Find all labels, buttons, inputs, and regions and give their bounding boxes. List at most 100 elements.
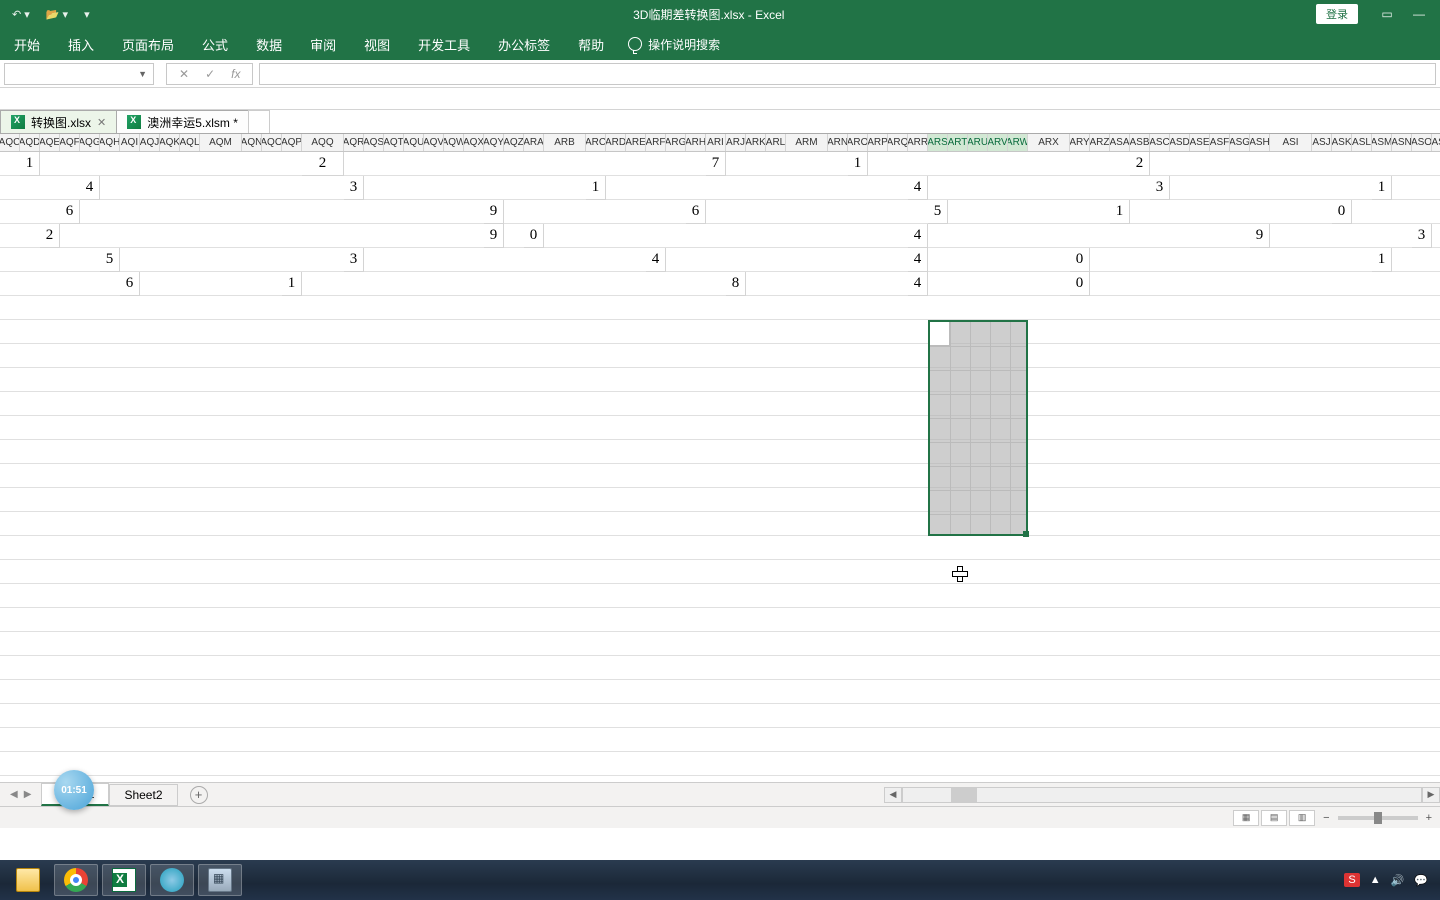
zoom-in-button[interactable]: +: [1426, 812, 1432, 824]
horizontal-scrollbar[interactable]: ◀ ▶: [884, 786, 1440, 804]
cell[interactable]: 4: [80, 176, 100, 200]
column-header[interactable]: AQK: [160, 134, 180, 151]
column-headers[interactable]: AQCAQDAQEAQFAQGAQHAQIAQJAQKAQLAQMAQNAQOA…: [0, 134, 1440, 152]
column-header[interactable]: ARD: [606, 134, 626, 151]
column-header[interactable]: ARY: [1070, 134, 1090, 151]
column-header[interactable]: ARI: [706, 134, 726, 151]
column-header[interactable]: AQE: [40, 134, 60, 151]
tab-help[interactable]: 帮助: [564, 29, 618, 60]
volume-icon[interactable]: 🔊: [1391, 874, 1405, 887]
taskbar-explorer[interactable]: [6, 864, 50, 896]
column-header[interactable]: ARQ: [888, 134, 908, 151]
tab-developer[interactable]: 开发工具: [404, 29, 484, 60]
sheet-nav[interactable]: ◀▶: [0, 789, 41, 800]
tell-me-search[interactable]: 操作说明搜索: [628, 36, 720, 53]
scroll-right-icon[interactable]: ▶: [1422, 787, 1440, 803]
undo-icon[interactable]: ↶ ▾: [6, 6, 36, 23]
column-header[interactable]: ARC: [586, 134, 606, 151]
column-header[interactable]: ARB: [544, 134, 586, 151]
column-header[interactable]: ARK: [746, 134, 766, 151]
cell[interactable]: 1: [586, 176, 606, 200]
column-header[interactable]: ARZ: [1090, 134, 1110, 151]
cell[interactable]: 3: [1412, 224, 1432, 248]
action-center-icon[interactable]: 💬: [1414, 874, 1428, 887]
column-header[interactable]: AQX: [464, 134, 484, 151]
selection-range[interactable]: [928, 320, 1028, 536]
column-header[interactable]: ARS: [928, 134, 948, 151]
column-header[interactable]: ARW: [1008, 134, 1028, 151]
tab-review[interactable]: 审阅: [296, 29, 350, 60]
cell[interactable]: 0: [1070, 248, 1090, 272]
column-header[interactable]: AQD: [20, 134, 40, 151]
workbook-tab-1[interactable]: 转换图.xlsx ✕: [0, 110, 117, 133]
scroll-left-icon[interactable]: ◀: [884, 787, 902, 803]
cell[interactable]: 1: [1110, 200, 1130, 224]
cell[interactable]: 4: [908, 176, 928, 200]
open-icon[interactable]: 📂 ▾: [40, 6, 74, 23]
scroll-track[interactable]: [902, 787, 1422, 803]
column-header[interactable]: AQM: [200, 134, 242, 151]
cell[interactable]: 2: [1130, 152, 1150, 176]
column-header[interactable]: ASI: [1270, 134, 1312, 151]
cell[interactable]: 9: [484, 200, 504, 224]
column-header[interactable]: ARP: [868, 134, 888, 151]
new-workbook-tab[interactable]: [248, 110, 270, 133]
ime-icon[interactable]: S: [1344, 873, 1359, 887]
view-normal-icon[interactable]: ▦: [1233, 810, 1259, 826]
fx-icon[interactable]: fx: [225, 67, 246, 81]
column-header[interactable]: ARN: [828, 134, 848, 151]
cell[interactable]: 9: [1250, 224, 1270, 248]
column-header[interactable]: AQT: [384, 134, 404, 151]
column-header[interactable]: AQY: [484, 134, 504, 151]
column-header[interactable]: ASK: [1332, 134, 1352, 151]
tab-view[interactable]: 视图: [350, 29, 404, 60]
tab-home[interactable]: 开始: [0, 29, 54, 60]
taskbar-chrome[interactable]: [54, 864, 98, 896]
tray-up-icon[interactable]: ▲: [1370, 874, 1381, 886]
column-header[interactable]: ASG: [1230, 134, 1250, 151]
column-header[interactable]: AQR: [344, 134, 364, 151]
column-header[interactable]: ASJ: [1312, 134, 1332, 151]
cell[interactable]: 9: [484, 224, 504, 248]
cell[interactable]: 6: [120, 272, 140, 296]
scroll-thumb[interactable]: [951, 788, 977, 802]
column-header[interactable]: ASN: [1392, 134, 1412, 151]
column-header[interactable]: AQZ: [504, 134, 524, 151]
taskbar-app1[interactable]: [150, 864, 194, 896]
column-header[interactable]: ASO: [1412, 134, 1432, 151]
cell[interactable]: 4: [646, 248, 666, 272]
cell[interactable]: 4: [908, 272, 928, 296]
tab-officetab[interactable]: 办公标签: [484, 29, 564, 60]
cell[interactable]: 2: [302, 152, 344, 176]
cell[interactable]: 2: [40, 224, 60, 248]
tab-data[interactable]: 数据: [242, 29, 296, 60]
column-header[interactable]: ART: [948, 134, 968, 151]
cell[interactable]: 4: [908, 224, 928, 248]
tab-layout[interactable]: 页面布局: [108, 29, 188, 60]
column-header[interactable]: ASA: [1110, 134, 1130, 151]
column-header[interactable]: AQO: [262, 134, 282, 151]
spreadsheet-grid[interactable]: AQCAQDAQEAQFAQGAQHAQIAQJAQKAQLAQMAQNAQOA…: [0, 134, 1440, 782]
tab-insert[interactable]: 插入: [54, 29, 108, 60]
column-header[interactable]: ASL: [1352, 134, 1372, 151]
column-header[interactable]: ARG: [666, 134, 686, 151]
cell[interactable]: 0: [1332, 200, 1352, 224]
cell[interactable]: 3: [1150, 176, 1170, 200]
view-pagelayout-icon[interactable]: ▤: [1261, 810, 1287, 826]
ribbon-display-icon[interactable]: ▭: [1372, 4, 1402, 24]
sheet-tab-2[interactable]: Sheet2: [109, 784, 177, 806]
cell[interactable]: 4: [908, 248, 928, 272]
enter-formula-icon[interactable]: ✓: [199, 67, 221, 81]
taskbar-excel[interactable]: [102, 864, 146, 896]
column-header[interactable]: AQN: [242, 134, 262, 151]
column-header[interactable]: ARV: [988, 134, 1008, 151]
column-header[interactable]: ARR: [908, 134, 928, 151]
column-header[interactable]: ARU: [968, 134, 988, 151]
cell[interactable]: 6: [686, 200, 706, 224]
column-header[interactable]: ARE: [626, 134, 646, 151]
fill-handle[interactable]: [1023, 531, 1029, 537]
column-header[interactable]: AQW: [444, 134, 464, 151]
column-header[interactable]: AQU: [404, 134, 424, 151]
cell[interactable]: 1: [1372, 248, 1392, 272]
formula-input[interactable]: [259, 63, 1436, 85]
